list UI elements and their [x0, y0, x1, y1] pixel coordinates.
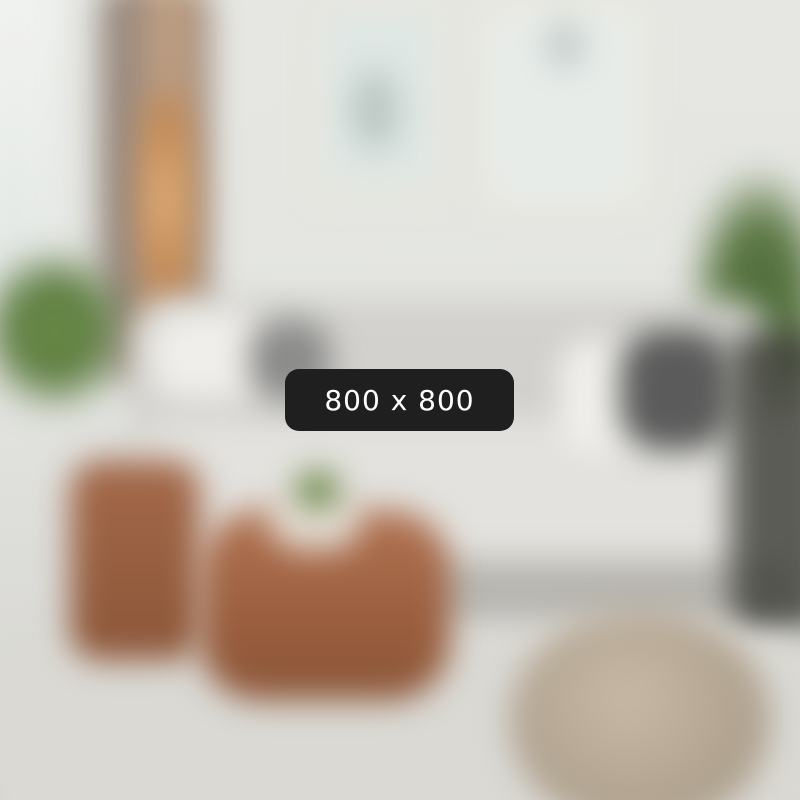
lamp-glow — [135, 90, 195, 330]
wall-frame-left — [310, 0, 450, 200]
placeholder-image: 800 x 800 — [0, 0, 800, 800]
plant-left — [0, 250, 130, 410]
dimensions-label: 800 x 800 — [324, 383, 475, 417]
pillow-dark — [620, 330, 730, 450]
pouf — [510, 610, 770, 800]
wooden-stool — [70, 460, 200, 660]
dark-object-right — [730, 330, 800, 630]
wall-frame-right — [480, 0, 650, 210]
dimensions-badge: 800 x 800 — [285, 369, 514, 431]
table-plant — [295, 470, 340, 510]
